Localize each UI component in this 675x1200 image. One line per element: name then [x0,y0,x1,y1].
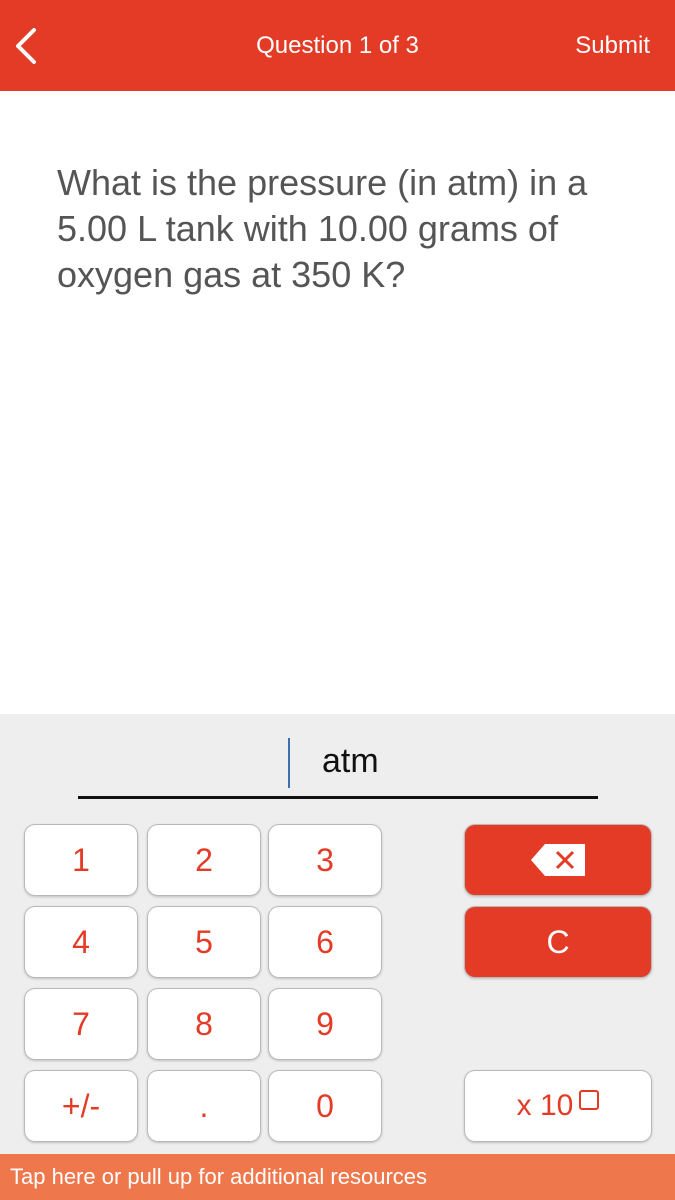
backspace-button[interactable] [465,825,651,895]
text-caret [288,738,290,788]
clear-button[interactable]: C [465,907,651,977]
backspace-icon [531,844,585,876]
key-decimal[interactable]: . [148,1071,260,1141]
top-bar: Question 1 of 3 Submit [0,0,675,91]
key-3[interactable]: 3 [269,825,381,895]
exponent-button[interactable]: x 10 [465,1071,651,1141]
key-8[interactable]: 8 [148,989,260,1059]
exponent-label: x 10 [516,1089,574,1122]
key-0[interactable]: 0 [269,1071,381,1141]
key-4[interactable]: 4 [25,907,137,977]
question-counter: Question 1 of 3 [256,32,419,59]
submit-button[interactable]: Submit [575,32,650,60]
answer-input[interactable]: atm [78,736,598,799]
key-6[interactable]: 6 [269,907,381,977]
question-text: What is the pressure (in atm) in a 5.00 … [57,162,588,295]
exponent-placeholder-icon [579,1090,600,1110]
key-7[interactable]: 7 [25,989,137,1059]
unit-label: atm [322,742,379,780]
key-9[interactable]: 9 [269,989,381,1059]
key-1[interactable]: 1 [25,825,137,895]
resources-bar[interactable]: Tap here or pull up for additional resou… [0,1154,675,1200]
key-plus-minus[interactable]: +/- [25,1071,137,1141]
key-5[interactable]: 5 [148,907,260,977]
key-2[interactable]: 2 [148,825,260,895]
